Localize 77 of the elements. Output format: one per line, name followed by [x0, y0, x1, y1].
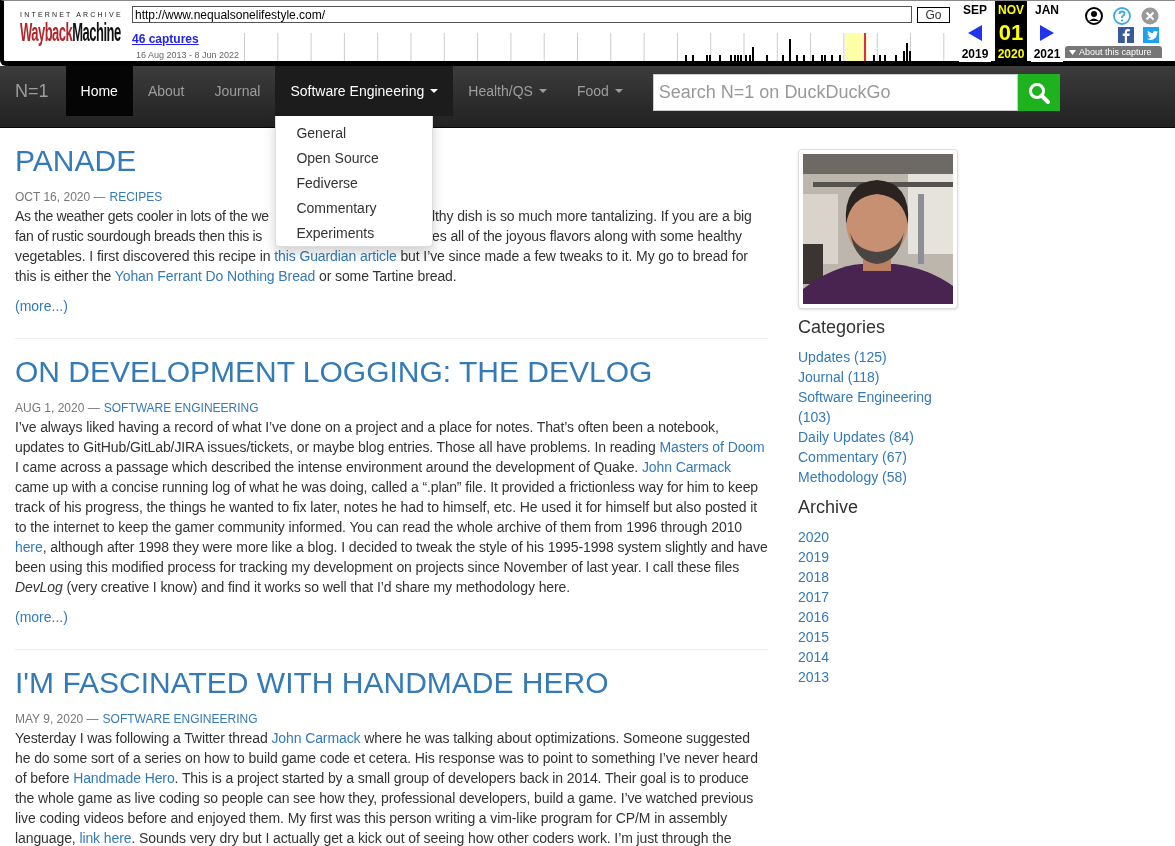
- archive-link[interactable]: 2013: [798, 667, 830, 687]
- post-title[interactable]: I'M FASCINATED WITH HANDMADE HERO: [15, 666, 609, 699]
- archive-link[interactable]: 2018: [798, 567, 830, 587]
- post-title[interactable]: ON DEVELOPMENT LOGGING: THE DEVLOG: [15, 355, 653, 388]
- category-link[interactable]: Methodology (58): [798, 467, 907, 487]
- nav-tab[interactable]: Food: [561, 66, 638, 116]
- more-link[interactable]: (more...): [15, 296, 68, 316]
- category-link[interactable]: Software Engineering (103): [798, 387, 958, 427]
- previous-capture-icon[interactable]: [968, 25, 982, 41]
- inline-link[interactable]: John Carmack: [641, 459, 731, 475]
- url-field[interactable]: http://www.nequalsonelifestyle.com/: [132, 6, 912, 23]
- category-link[interactable]: SOFTWARE ENGINEERING: [103, 400, 259, 416]
- post-text: As the weather gets cooler in lots of the we: [15, 207, 269, 226]
- inline-link[interactable]: Yohan Ferrant Do Nothing Bread: [114, 268, 316, 284]
- archive-link[interactable]: 2020: [798, 527, 830, 547]
- post-text: this is either the Yohan Ferrant Do Nothing Bread or some Tartine bread.: [15, 267, 457, 286]
- inline-link[interactable]: Masters of Doom: [659, 439, 765, 455]
- next-capture-icon[interactable]: [1040, 25, 1054, 41]
- site-brand[interactable]: N=1: [0, 66, 66, 116]
- post-date: OCT 16, 2020 —: [15, 189, 106, 205]
- search-button[interactable]: [1017, 74, 1060, 111]
- year-label[interactable]: 2021: [1033, 47, 1061, 61]
- post-date: AUG 1, 2020 —: [15, 400, 100, 416]
- post-text: fan of rustic sourdough breads then this is: [15, 227, 263, 246]
- inline-link[interactable]: Handmade Hero: [73, 770, 175, 786]
- category-link[interactable]: Commentary (67): [798, 447, 907, 467]
- category-link[interactable]: RECIPES: [109, 189, 163, 205]
- post-title[interactable]: PANADE: [15, 144, 137, 177]
- search-field[interactable]: Search N=1 on DuckDuckGo: [652, 74, 1018, 111]
- post-date: MAY 9, 2020 —: [15, 711, 99, 727]
- post-body: Yesterday I was following a Twitter thread John Carmack where he was talking about optimizations. Someone suggested he do some sort of a series on how to build game code et cetera. His response was to point to something I’ve never heard of before Handmade Hero. This is a project started by a small group of developers back in 2014. Their goal is to produce the whole game as live coding so people can see how they, professional developers, build a game. I’ve watched previous live coding videos before and enjoyed them. My first was this person writing a vim-like program for CP/M in assembly language, link here. Sounds very dry but I actually get a kick out of seeing how other coders work. I’m just through the: [15, 729, 759, 846]
- wayback-logo[interactable]: WaybackMachine: [20, 19, 121, 45]
- category-link[interactable]: Daily Updates (84): [798, 427, 914, 447]
- nav-tab[interactable]: Health/QS: [453, 66, 562, 116]
- month-label[interactable]: SEP: [963, 3, 987, 17]
- post-text: es all of the joyous flavors along with some healthy: [432, 227, 742, 246]
- archive-link[interactable]: 2017: [798, 587, 830, 607]
- captures-link[interactable]: 46 captures: [132, 32, 244, 46]
- inline-link[interactable]: here: [15, 539, 43, 555]
- nav-tab[interactable]: About: [132, 66, 200, 116]
- close-icon[interactable]: [1141, 7, 1159, 25]
- menu-item[interactable]: Open Source: [276, 146, 433, 171]
- month-label[interactable]: NOV: [998, 3, 1024, 17]
- month-label[interactable]: JAN: [1035, 3, 1059, 17]
- menu-item[interactable]: General: [276, 121, 433, 146]
- post-text: lthy dish is so much more tantalizing. If you are a big: [432, 207, 752, 226]
- search-icon: [1027, 81, 1050, 104]
- more-link[interactable]: (more...): [15, 607, 68, 627]
- archive-link[interactable]: 2014: [798, 647, 830, 667]
- archive-link[interactable]: 2019: [798, 547, 830, 567]
- year-label[interactable]: 2020: [997, 47, 1025, 61]
- archive-link[interactable]: 2016: [798, 607, 830, 627]
- nav-tab[interactable]: Software Engineering: [275, 66, 454, 116]
- category-link[interactable]: Journal (118): [798, 367, 880, 387]
- capture-range: 16 Aug 2013 - 8 Jun 2022: [135, 50, 241, 61]
- twitter-icon[interactable]: [1143, 27, 1159, 43]
- user-icon[interactable]: [1085, 7, 1103, 25]
- category-link[interactable]: Updates (125): [798, 347, 887, 367]
- inline-link[interactable]: this Guardian article: [274, 248, 397, 264]
- facebook-icon[interactable]: [1118, 27, 1134, 43]
- sidebar-heading: Categories: [798, 317, 887, 337]
- menu-item[interactable]: Fediverse: [276, 171, 433, 196]
- post-text: vegetables. I first discovered this recipe in this Guardian article but I’ve since made a few tweaks to it. My go to bread for: [15, 247, 748, 266]
- sidebar-heading: Archive: [798, 497, 860, 517]
- nav-tab[interactable]: Home: [65, 66, 133, 116]
- go-button[interactable]: Go: [917, 6, 950, 23]
- caret-icon: [1069, 49, 1076, 55]
- menu-item[interactable]: Commentary: [276, 196, 433, 221]
- menu-item[interactable]: Experiments: [276, 221, 433, 246]
- day-label: 01: [998, 20, 1024, 46]
- about-capture-button[interactable]: About this capture: [1065, 46, 1162, 58]
- archive-link[interactable]: 2015: [798, 627, 830, 647]
- nav-tab[interactable]: Journal: [199, 66, 276, 116]
- category-link[interactable]: SOFTWARE ENGINEERING: [102, 711, 258, 727]
- post-body: I’ve always liked having a record of what I’ve done on a project and a place for notes. That’s often been a notebook, updates to GitHub/GitLab/JIRA issues/tickets, or maybe blog entries. Those all have problems. In reading Masters of Doom I came across a passage which described the intense environment around the development of Quake. John Carmack came up with a concise running log of what he was doing, called a “.plan” file. It provided a frictionless way for him to keep track of his progress, the things he wanted to fix later, notes he had to himself, etc. He used it for himself but also posted it to the internet to keep the gamer community informed. You can read the whole archive of them from 1996 through 2010 here, although after 1998 they were more like a blog. I decided to tweak the style of his 1995-1998 system slightly and have been using this modified process for tracking my development on projects since November of last year. I call these files DevLog (very creative I know) and find it works so well that I’d share my methodology here.: [15, 418, 768, 597]
- year-label[interactable]: 2019: [961, 47, 989, 61]
- inline-link[interactable]: John Carmack: [271, 730, 361, 746]
